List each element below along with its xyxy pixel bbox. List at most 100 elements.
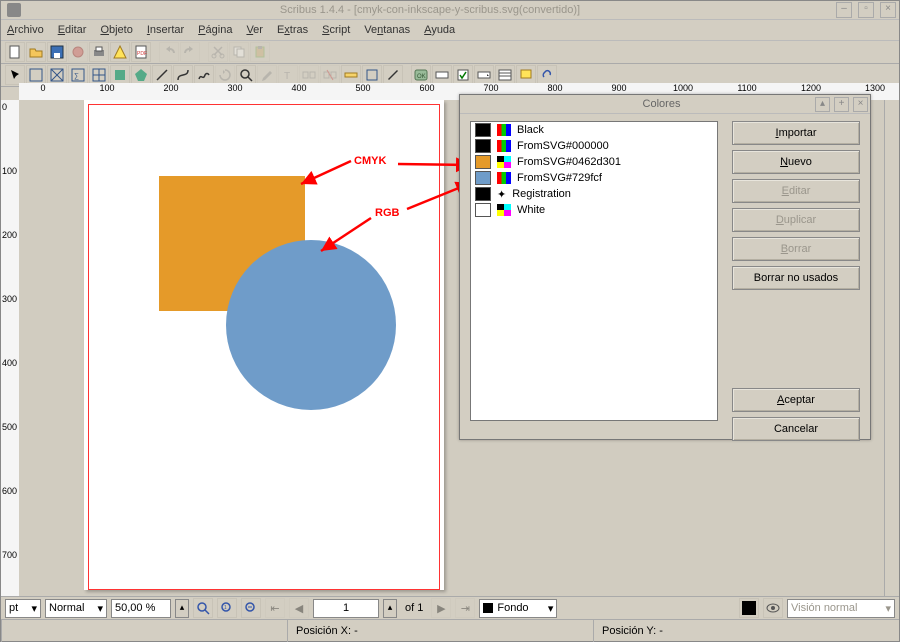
menu-archivo[interactable]: Archivo <box>7 24 44 36</box>
delete-unused-button[interactable]: Borrar no usados <box>732 266 860 290</box>
cmyk-model-icon <box>497 156 511 168</box>
zoom-input[interactable]: 50,00 % <box>111 599 171 618</box>
dialog-titlebar[interactable]: Colores ▴ + × <box>460 95 870 114</box>
edit-contents-icon[interactable] <box>257 65 277 85</box>
eyedropper-icon[interactable] <box>383 65 403 85</box>
color-row[interactable]: FromSVG#0462d301 <box>471 154 717 170</box>
zoom-out-icon[interactable] <box>241 598 261 618</box>
preflight-icon[interactable] <box>110 42 130 62</box>
pdf-checkbox-icon[interactable] <box>453 65 473 85</box>
shape-icon[interactable] <box>110 65 130 85</box>
ok-button[interactable]: Aceptar <box>732 388 860 412</box>
color-name: White <box>517 204 545 216</box>
cms-icon[interactable] <box>739 598 759 618</box>
window-titlebar: Scribus 1.4.4 - [cmyk-con-inkscape-y-scr… <box>1 1 899 20</box>
dialog-shade-button[interactable]: ▴ <box>815 97 830 112</box>
menu-insertar[interactable]: Insertar <box>147 24 184 36</box>
vision-select[interactable]: Visión normal▾ <box>787 599 895 618</box>
zoom-100-icon[interactable]: 1 <box>217 598 237 618</box>
minimize-button[interactable]: – <box>836 2 852 18</box>
table-icon[interactable] <box>89 65 109 85</box>
render-frame-icon[interactable]: ∑ <box>68 65 88 85</box>
duplicate-button[interactable]: Duplicar <box>732 208 860 232</box>
pdf-annotation-icon[interactable] <box>516 65 536 85</box>
page-stepper[interactable]: ▴ <box>383 599 397 618</box>
pdf-icon[interactable]: PDF <box>131 42 151 62</box>
zoom-stepper[interactable]: ▴ <box>175 599 189 618</box>
color-swatch <box>475 171 491 185</box>
close-button[interactable]: × <box>880 2 896 18</box>
menu-script[interactable]: Script <box>322 24 350 36</box>
dialog-close-button[interactable]: × <box>853 97 868 112</box>
menu-editar[interactable]: Editar <box>58 24 87 36</box>
first-page-icon[interactable]: ⇤ <box>265 598 285 618</box>
undo-icon[interactable] <box>159 42 179 62</box>
freehand-icon[interactable] <box>194 65 214 85</box>
image-frame-icon[interactable] <box>47 65 67 85</box>
select-tool-icon[interactable] <box>5 65 25 85</box>
paste-icon[interactable] <box>250 42 270 62</box>
new-button[interactable]: Nuevo <box>732 150 860 174</box>
polygon-icon[interactable] <box>131 65 151 85</box>
delete-button[interactable]: Borrar <box>732 237 860 261</box>
close-doc-icon[interactable] <box>68 42 88 62</box>
color-row[interactable]: Black <box>471 122 717 138</box>
next-page-icon[interactable]: ▶ <box>431 598 451 618</box>
import-button[interactable]: Importar <box>732 121 860 145</box>
pdf-button-icon[interactable]: OK <box>411 65 431 85</box>
menu-ayuda[interactable]: Ayuda <box>424 24 455 36</box>
line-icon[interactable] <box>152 65 172 85</box>
edit-text-icon[interactable]: T <box>278 65 298 85</box>
prev-page-icon[interactable]: ◀ <box>289 598 309 618</box>
dialog-float-button[interactable]: + <box>834 97 849 112</box>
position-x-cell: Posición X: - <box>287 620 593 642</box>
zoom-to-page-icon[interactable] <box>193 598 213 618</box>
rgb-model-icon <box>497 124 511 136</box>
open-icon[interactable] <box>26 42 46 62</box>
color-name: Registration <box>512 188 571 200</box>
blue-circle-shape[interactable] <box>226 240 396 410</box>
edit-button[interactable]: Editar <box>732 179 860 203</box>
link-frames-icon[interactable] <box>299 65 319 85</box>
color-row[interactable]: FromSVG#729fcf <box>471 170 717 186</box>
color-name: FromSVG#000000 <box>517 140 609 152</box>
color-row[interactable]: FromSVG#000000 <box>471 138 717 154</box>
text-frame-icon[interactable] <box>26 65 46 85</box>
layer-select[interactable]: Fondo▾ <box>479 599 557 618</box>
position-y-cell: Posición Y: - <box>593 620 899 642</box>
redo-icon[interactable] <box>180 42 200 62</box>
annotation-cmyk-label: CMYK <box>354 155 386 167</box>
rotate-icon[interactable] <box>215 65 235 85</box>
print-icon[interactable] <box>89 42 109 62</box>
color-list[interactable]: Black FromSVG#000000 FromSVG#0462d301FromS… <box>470 121 718 421</box>
pdf-textfield-icon[interactable] <box>432 65 452 85</box>
new-icon[interactable] <box>5 42 25 62</box>
preview-select[interactable]: Normal▾ <box>45 599 107 618</box>
pdf-link-icon[interactable] <box>537 65 557 85</box>
menu-pagina[interactable]: Página <box>198 24 232 36</box>
menu-ver[interactable]: Ver <box>246 24 263 36</box>
page-number-input[interactable]: 1 <box>313 599 379 618</box>
bezier-icon[interactable] <box>173 65 193 85</box>
last-page-icon[interactable]: ⇥ <box>455 598 475 618</box>
copy-props-icon[interactable] <box>362 65 382 85</box>
zoom-icon[interactable] <box>236 65 256 85</box>
color-row[interactable]: White <box>471 202 717 218</box>
pdf-listbox-icon[interactable] <box>495 65 515 85</box>
measure-icon[interactable] <box>341 65 361 85</box>
preview-mode-icon[interactable] <box>763 598 783 618</box>
save-icon[interactable] <box>47 42 67 62</box>
copy-icon[interactable] <box>229 42 249 62</box>
unlink-frames-icon[interactable] <box>320 65 340 85</box>
vertical-scrollbar[interactable] <box>884 100 899 596</box>
menu-objeto[interactable]: Objeto <box>100 24 132 36</box>
cut-icon[interactable] <box>208 42 228 62</box>
cancel-button[interactable]: Cancelar <box>732 417 860 441</box>
pdf-combobox-icon[interactable] <box>474 65 494 85</box>
maximize-button[interactable]: ▫ <box>858 2 874 18</box>
menu-extras[interactable]: Extras <box>277 24 308 36</box>
color-swatch <box>475 139 491 153</box>
unit-select[interactable]: pt▾ <box>5 599 41 618</box>
color-row[interactable]: ✦Registration <box>471 186 717 202</box>
menu-ventanas[interactable]: Ventanas <box>364 24 410 36</box>
